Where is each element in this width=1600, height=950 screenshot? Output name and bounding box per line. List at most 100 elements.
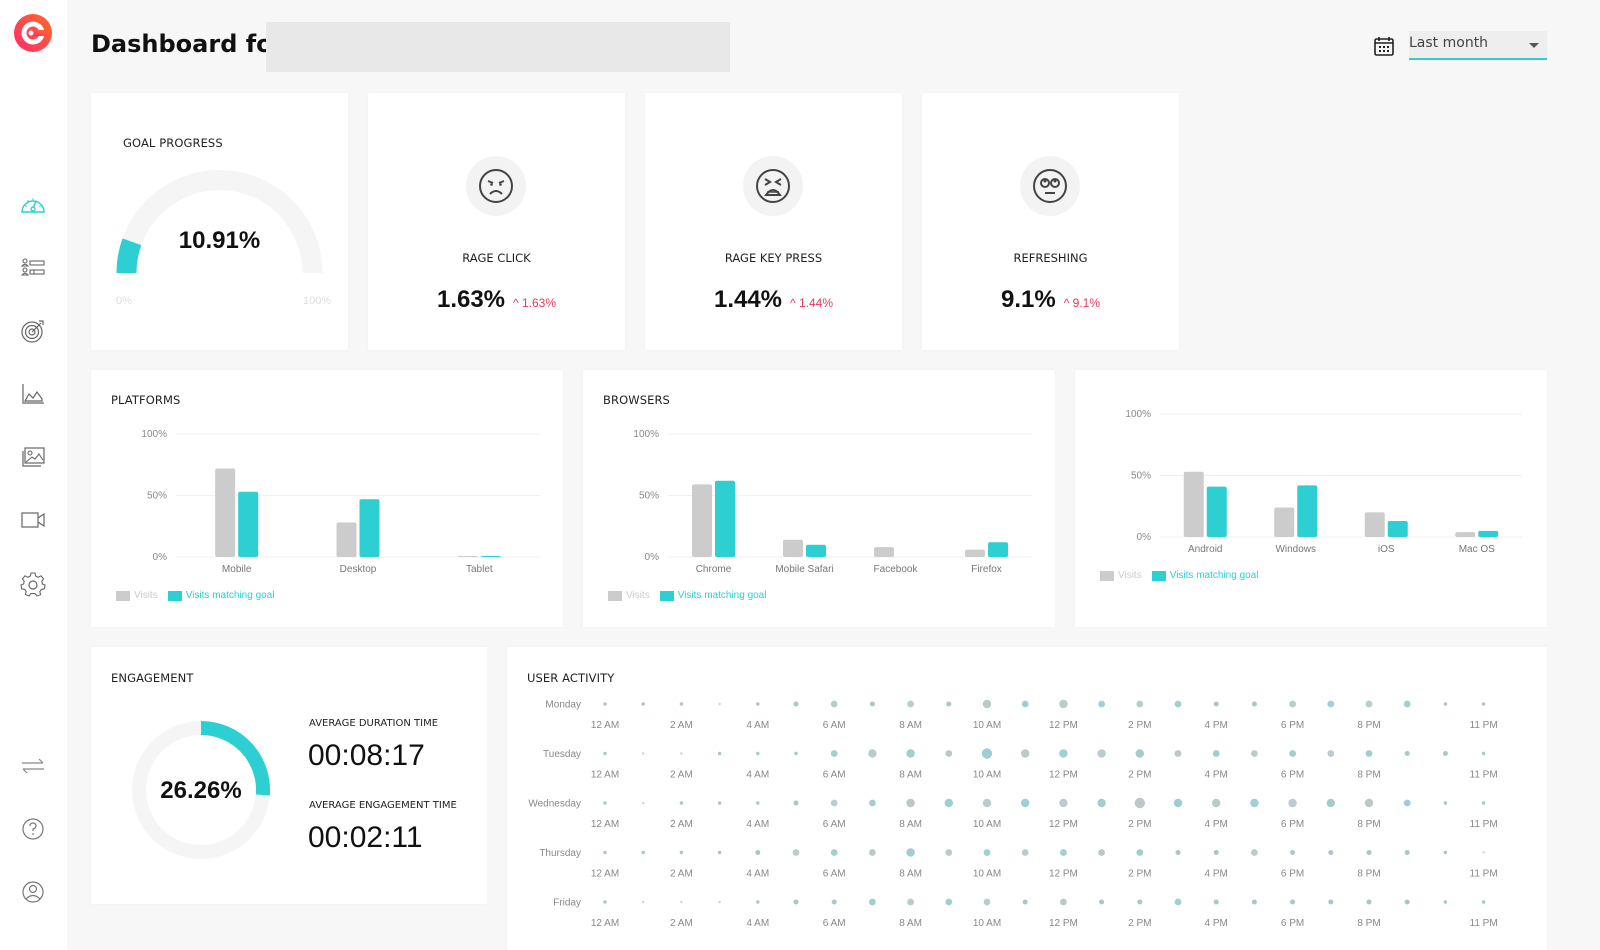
metric-card-rage-key-press: RAGE KEY PRESS 1.44% ^ 1.44% (645, 93, 902, 350)
engagement-donut (132, 721, 270, 859)
hour-label: 10 AM (973, 918, 1001, 929)
sidebar-item-help[interactable] (19, 815, 47, 843)
hour-label: 4 AM (746, 819, 769, 830)
legend-label-visits[interactable]: Visits (1118, 570, 1142, 581)
activity-dot (718, 900, 721, 904)
gauge-min-label: 0% (116, 295, 132, 307)
x-tick-label: Windows (1275, 544, 1316, 555)
activity-dot (1365, 700, 1373, 708)
activity-dot (1482, 851, 1485, 854)
hour-label: 4 PM (1205, 918, 1228, 929)
video-camera-icon (21, 512, 45, 528)
activity-dot (1366, 850, 1372, 855)
day-label: Thursday (539, 848, 581, 859)
bar-visits (874, 547, 894, 557)
activity-dot (641, 702, 645, 706)
logo-icon[interactable] (14, 14, 52, 52)
sidebar-item-goals[interactable] (19, 317, 47, 345)
hour-label: 6 PM (1281, 918, 1304, 929)
hour-label: 11 PM (1470, 720, 1498, 731)
day-label: Tuesday (543, 749, 581, 760)
activity-dot (1481, 702, 1486, 706)
activity-dot (1060, 898, 1067, 906)
hour-label: 6 PM (1281, 869, 1304, 880)
activity-dot (603, 900, 607, 904)
hour-label: 12 PM (1049, 918, 1078, 929)
y-tick-label: 100% (1125, 409, 1151, 420)
calendar-icon[interactable] (1373, 35, 1395, 57)
sidebar-item-users[interactable] (19, 254, 47, 282)
activity-dot (1212, 798, 1221, 808)
site-name-redacted (266, 22, 730, 72)
activity-dot (1136, 700, 1144, 708)
activity-dot (1213, 850, 1219, 855)
activity-dot (1059, 798, 1068, 808)
activity-dot (869, 701, 875, 707)
hour-label: 2 AM (670, 918, 693, 929)
sidebar-item-dashboard[interactable] (19, 191, 47, 219)
goal-progress-value: 10.91% (178, 227, 261, 254)
legend-label-visits[interactable]: Visits (626, 590, 650, 601)
hour-label: 6 AM (823, 918, 846, 929)
gauge-max-label: 100% (303, 295, 332, 307)
sidebar-item-account[interactable] (19, 878, 47, 906)
hour-label: 4 AM (746, 770, 769, 781)
bar-visits (783, 539, 803, 557)
activity-dot (679, 801, 684, 805)
x-tick-label: Facebook (874, 564, 919, 575)
activity-dot (603, 751, 607, 756)
date-range-select[interactable]: Last month (1409, 31, 1547, 60)
hour-label: 4 AM (746, 869, 769, 880)
activity-dot (830, 750, 838, 757)
day-label: Monday (545, 700, 581, 711)
activity-dot (982, 798, 992, 808)
sidebar-item-analytics[interactable] (19, 380, 47, 408)
activity-dot (1442, 751, 1448, 756)
legend-label-goal[interactable]: Visits matching goal (678, 590, 767, 601)
y-tick-label: 50% (1131, 471, 1151, 482)
user-activity-chart: Monday 12 AM 2 AM 4 AM 6 AM 8 AM 10 AM 12 PM 2 P… (528, 700, 1498, 930)
x-tick-label: Android (1188, 544, 1222, 555)
hour-label: 2 PM (1128, 918, 1151, 929)
bar-visits-matching-goal (1297, 485, 1318, 537)
hour-label: 12 AM (591, 819, 619, 830)
hour-label: 12 PM (1049, 720, 1078, 731)
sidebar-item-switch[interactable] (19, 752, 47, 780)
bar-visits-matching-goal (1206, 486, 1227, 537)
legend-label-goal[interactable]: Visits matching goal (186, 590, 275, 601)
sidebar-item-heatmaps[interactable] (19, 443, 47, 471)
sidebar-item-settings[interactable] (19, 570, 47, 598)
bar-visits-matching-goal (1478, 530, 1499, 537)
activity-dot (1134, 797, 1145, 809)
activity-dot (1137, 899, 1143, 905)
legend-swatch-goal (659, 590, 674, 601)
activity-dot (1021, 849, 1029, 856)
legend-label-goal[interactable]: Visits matching goal (1170, 570, 1259, 581)
hour-label: 2 AM (670, 770, 693, 781)
metric-label: RAGE KEY PRESS (724, 251, 823, 265)
hour-label: 4 PM (1205, 819, 1228, 830)
angry-face-icon (466, 156, 526, 216)
os-bar-chart: 0% 50% 100% Android Windows iOS Mac OS (1125, 409, 1522, 555)
sidebar-item-recordings[interactable] (19, 506, 47, 534)
activity-dot (1403, 799, 1411, 807)
activity-dot (756, 751, 760, 756)
activity-dot (983, 898, 991, 906)
user-circle-icon (22, 881, 44, 903)
date-range-value: Last month (1409, 35, 1489, 51)
activity-dot (680, 900, 683, 904)
legend-label-visits[interactable]: Visits (134, 590, 158, 601)
hour-label: 8 PM (1357, 770, 1380, 781)
activity-dot (717, 751, 722, 756)
metric-card-refreshing: REFRESHING 9.1% ^ 9.1% (922, 93, 1179, 350)
activity-dot (1289, 700, 1296, 708)
activity-dot (603, 801, 607, 805)
hour-label: 12 PM (1049, 770, 1078, 781)
activity-dot (1060, 849, 1067, 856)
bar-visits (1183, 471, 1204, 537)
hour-label: 8 PM (1357, 819, 1380, 830)
metric-delta: ^ 1.63% (513, 296, 557, 310)
activity-dot (830, 700, 838, 708)
activity-dot (1251, 849, 1258, 856)
x-tick-label: Chrome (696, 564, 732, 575)
